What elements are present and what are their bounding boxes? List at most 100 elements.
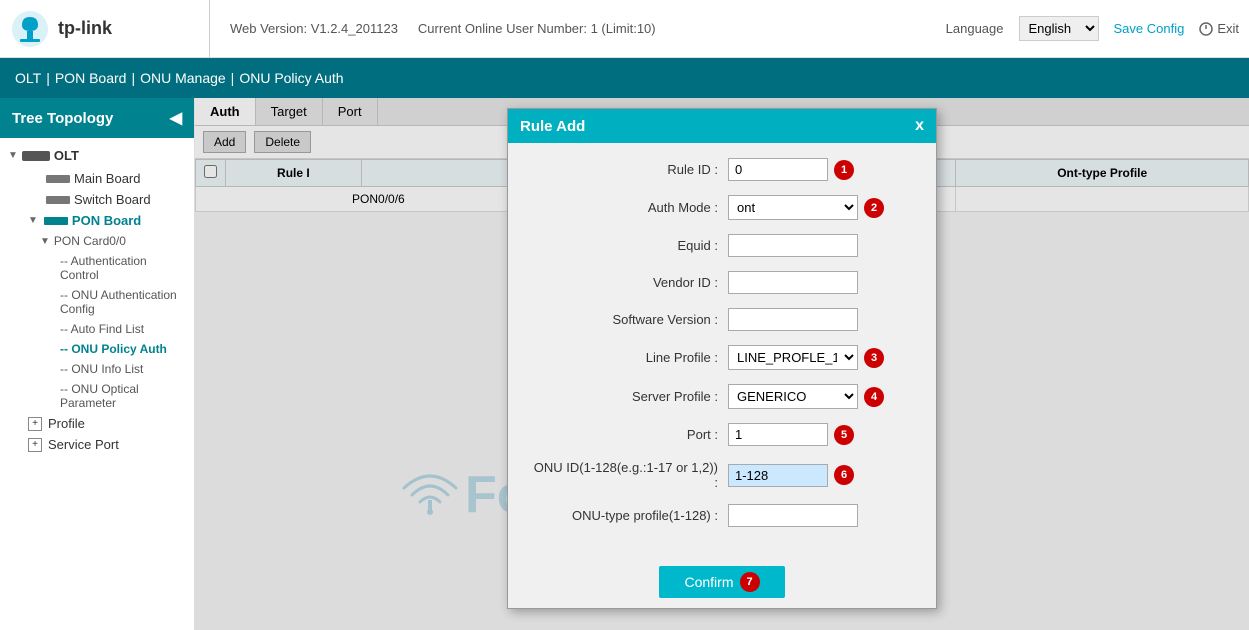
onu-type-profile-row: ONU-type profile(1-128) : [528,504,916,527]
rule-id-row: Rule ID : 1 [528,158,916,181]
sidebar-title: Tree Topology [12,110,113,127]
sidebar-item-service-port[interactable]: + Service Port [0,434,194,455]
equid-control [728,234,916,257]
sidebar-toggle-button[interactable]: ◀ [170,108,182,128]
port-row: Port : 5 [528,423,916,446]
line-profile-label: Line Profile : [528,350,728,365]
modal-footer: Confirm 7 [508,556,936,608]
server-profile-select[interactable]: GENERICO DEFAULT [728,384,858,409]
equid-label: Equid : [528,238,728,253]
main-board-icon [46,175,70,183]
language-select[interactable]: English Chinese [1019,16,1099,41]
switch-board-icon [46,196,70,204]
onu-id-row: ONU ID(1-128(e.g.:1-17 or 1,2)) : 6 [528,460,916,490]
modal-body: Rule ID : 1 Auth Mode : ont mac [508,143,936,556]
breadcrumb-olt: OLT [15,70,41,86]
onu-type-profile-control [728,504,916,527]
rule-id-input[interactable] [728,158,828,181]
sidebar-item-onu-policy-auth[interactable]: -- ONU Policy Auth [0,339,194,359]
save-config-button[interactable]: Save Config [1114,21,1185,36]
sidebar-item-pon-card-label: PON Card0/0 [54,234,126,248]
tree-root-olt-label: OLT [54,148,79,163]
sidebar-item-auth-control[interactable]: -- Authentication Control [0,251,194,285]
sidebar-tree: ▼ OLT Main Board Switch Board ▼ PON Boar… [0,138,194,460]
version-label: Web Version: V1.2.4_201123 [230,21,398,36]
step-4-badge: 4 [864,387,884,407]
vendor-id-control [728,271,916,294]
software-version-row: Software Version : [528,308,916,331]
confirm-label: Confirm [684,574,733,590]
sidebar-item-switch-board[interactable]: Switch Board [0,189,194,210]
line-profile-select[interactable]: LINE_PROFLE_1 LINE_PROFLE_2 [728,345,858,370]
breadcrumb-bar: OLT | PON Board | ONU Manage | ONU Polic… [0,58,1249,98]
port-input[interactable] [728,423,828,446]
header: tp-link Web Version: V1.2.4_201123 Curre… [0,0,1249,58]
auth-mode-row: Auth Mode : ont mac password hybrid 2 [528,195,916,220]
equid-row: Equid : [528,234,916,257]
dash-icon: -- [60,254,71,268]
sidebar-item-auto-find-label: Auto Find List [71,322,144,336]
tplink-logo-icon [10,9,50,49]
sidebar-item-onu-optical-label: ONU Optical Parameter [60,382,139,410]
header-right: Language English Chinese Save Config Exi… [946,16,1239,41]
logo-area: tp-link [10,0,210,57]
onu-id-control: 6 [728,464,916,487]
port-label: Port : [528,427,728,442]
step-7-badge: 7 [740,572,760,592]
sidebar-header: Tree Topology ◀ [0,98,194,138]
sidebar-item-auto-find[interactable]: -- Auto Find List [0,319,194,339]
service-port-expand-icon[interactable]: + [28,438,42,452]
pon-board-expand-icon: ▼ [28,215,38,226]
exit-button[interactable]: Exit [1199,21,1239,36]
tree-root-olt: ▼ OLT [0,143,194,168]
content-area: Auth Target Port Add Delete Rule I [195,98,1249,630]
main-layout: Tree Topology ◀ ▼ OLT Main Board Switch … [0,98,1249,630]
olt-expand-icon: ▼ [8,150,18,161]
auth-mode-select[interactable]: ont mac password hybrid [728,195,858,220]
sidebar-item-pon-board[interactable]: ▼ PON Board [0,210,194,231]
sidebar-item-profile[interactable]: + Profile [0,413,194,434]
line-profile-row: Line Profile : LINE_PROFLE_1 LINE_PROFLE… [528,345,916,370]
sidebar-item-pon-card[interactable]: ▼ PON Card0/0 [0,231,194,251]
sidebar-item-switch-board-label: Switch Board [74,192,151,207]
modal-close-button[interactable]: x [915,117,924,135]
vendor-id-label: Vendor ID : [528,275,728,290]
server-profile-row: Server Profile : GENERICO DEFAULT 4 [528,384,916,409]
logo-text: tp-link [58,18,112,39]
auth-mode-label: Auth Mode : [528,200,728,215]
step-2-badge: 2 [864,198,884,218]
sidebar: Tree Topology ◀ ▼ OLT Main Board Switch … [0,98,195,630]
breadcrumb-onu-policy-auth: ONU Policy Auth [239,70,343,86]
software-version-input[interactable] [728,308,858,331]
confirm-button[interactable]: Confirm 7 [659,566,784,598]
rule-add-modal: Rule Add x Rule ID : 1 Auth [507,108,937,609]
breadcrumb-pon-board: PON Board [55,70,127,86]
sidebar-item-pon-board-label: PON Board [72,213,141,228]
step-1-badge: 1 [834,160,854,180]
software-version-label: Software Version : [528,312,728,327]
onu-id-input[interactable] [728,464,828,487]
sidebar-item-onu-info[interactable]: -- ONU Info List [0,359,194,379]
sidebar-item-service-port-label: Service Port [48,437,119,452]
line-profile-control: LINE_PROFLE_1 LINE_PROFLE_2 3 [728,345,916,370]
modal-overlay: Rule Add x Rule ID : 1 Auth [195,98,1249,630]
sidebar-item-onu-auth-config[interactable]: -- ONU Authentication Config [0,285,194,319]
rule-id-label: Rule ID : [528,162,728,177]
breadcrumb-onu-manage: ONU Manage [140,70,226,86]
onu-type-profile-input[interactable] [728,504,858,527]
olt-device-icon [22,151,50,161]
rule-id-control: 1 [728,158,916,181]
equid-input[interactable] [728,234,858,257]
onu-id-label: ONU ID(1-128(e.g.:1-17 or 1,2)) : [528,460,728,490]
onu-type-profile-label: ONU-type profile(1-128) : [528,508,728,523]
vendor-id-input[interactable] [728,271,858,294]
vendor-id-row: Vendor ID : [528,271,916,294]
sidebar-item-main-board-label: Main Board [74,171,140,186]
sidebar-item-onu-optical[interactable]: -- ONU Optical Parameter [0,379,194,413]
profile-expand-icon[interactable]: + [28,417,42,431]
step-5-badge: 5 [834,425,854,445]
sidebar-item-main-board[interactable]: Main Board [0,168,194,189]
server-profile-control: GENERICO DEFAULT 4 [728,384,916,409]
modal-header: Rule Add x [508,109,936,143]
language-label: Language [946,21,1004,36]
